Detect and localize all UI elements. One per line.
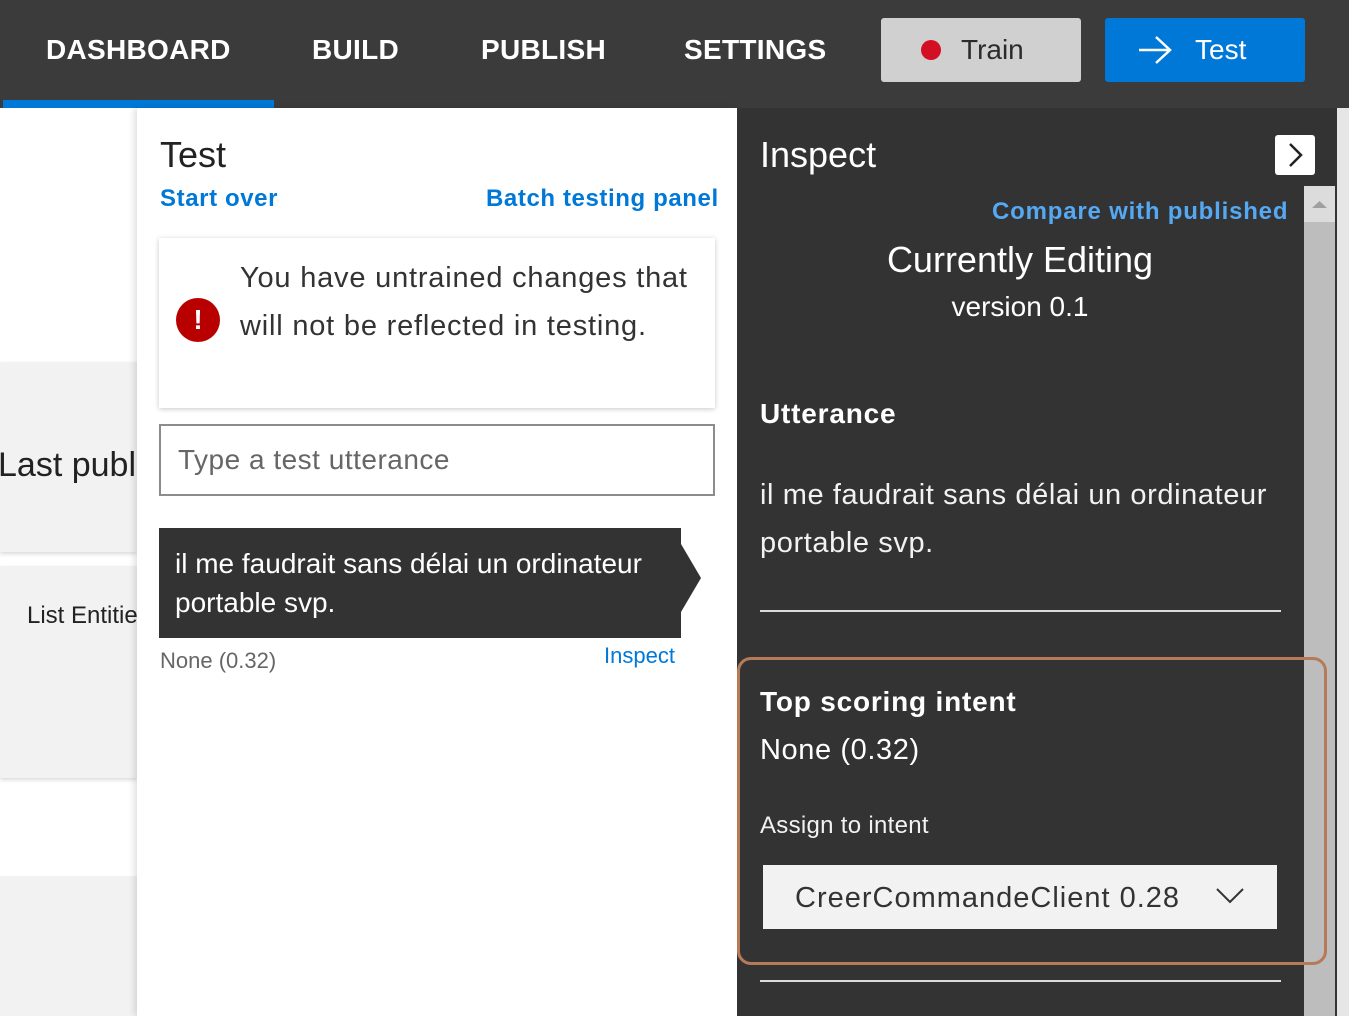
version-label: version 0.1 (951, 291, 1089, 322)
untrained-changes-warning: ! You have untrained changes that will n… (159, 238, 715, 408)
divider (760, 610, 1281, 612)
test-button-label: Test (1195, 34, 1247, 65)
last-published-label: Last publ (0, 446, 136, 484)
scroll-up-button[interactable] (1304, 186, 1335, 222)
inspect-link[interactable]: Inspect (604, 643, 675, 669)
nav-tab-build[interactable]: BUILD (312, 0, 399, 108)
inspect-panel-title: Inspect (760, 134, 877, 175)
utterance-bubble[interactable]: il me faudrait sans délai un ordinateur … (159, 528, 701, 638)
assign-to-intent-label: Assign to intent (760, 812, 929, 839)
nav-tab-settings[interactable]: SETTINGS (684, 0, 826, 108)
start-over-link[interactable]: Start over (160, 185, 278, 213)
assign-intent-selected: CreerCommandeClient 0.28 (795, 882, 1181, 914)
warning-text: You have untrained changes that will not… (240, 262, 688, 342)
chevron-down-icon (1216, 888, 1244, 904)
train-button[interactable]: Train (881, 18, 1081, 82)
top-scoring-intent-value: None (0.32) (760, 734, 920, 766)
top-scoring-intent-heading: Top scoring intent (760, 686, 1017, 717)
currently-editing-label: Currently Editing (886, 239, 1154, 280)
utterance-heading: Utterance (760, 398, 897, 429)
nav-tab-dashboard[interactable]: DASHBOARD (3, 0, 274, 108)
test-panel-title: Test (160, 134, 227, 175)
chevron-right-icon (1289, 143, 1303, 167)
exclamation-icon: ! (176, 298, 220, 342)
utterance-score: None (0.32) (160, 648, 277, 673)
utterance-text: il me faudrait sans délai un ordinateur … (760, 479, 1268, 559)
assign-intent-dropdown[interactable]: CreerCommandeClient 0.28 (763, 865, 1277, 929)
divider (760, 980, 1281, 982)
dashboard-card (0, 876, 137, 1016)
test-button[interactable]: Test (1105, 18, 1305, 82)
dashboard-card (0, 566, 137, 778)
test-panel: Test Start over Batch testing panel ! Yo… (137, 108, 737, 1016)
train-button-label: Train (961, 34, 1024, 65)
collapse-panel-button[interactable] (1275, 135, 1315, 175)
batch-testing-panel-link[interactable]: Batch testing panel (486, 185, 719, 213)
test-utterance-input[interactable] (159, 424, 715, 496)
top-nav-bar: DASHBOARD BUILD PUBLISH SETTINGS Train T… (0, 0, 1349, 108)
list-entities-label: List Entitie (27, 602, 137, 629)
page-scrollbar[interactable] (1337, 108, 1349, 1016)
train-status-dot-icon (921, 40, 941, 60)
inspect-panel: Inspect Compare with published Currently… (737, 108, 1337, 1016)
compare-with-published-link[interactable]: Compare with published (992, 198, 1288, 226)
scroll-up-icon (1312, 201, 1327, 208)
arrow-right-icon (1139, 36, 1172, 64)
dashboard-background: Last publ List Entitie (0, 108, 137, 1016)
nav-tab-publish[interactable]: PUBLISH (481, 0, 606, 108)
